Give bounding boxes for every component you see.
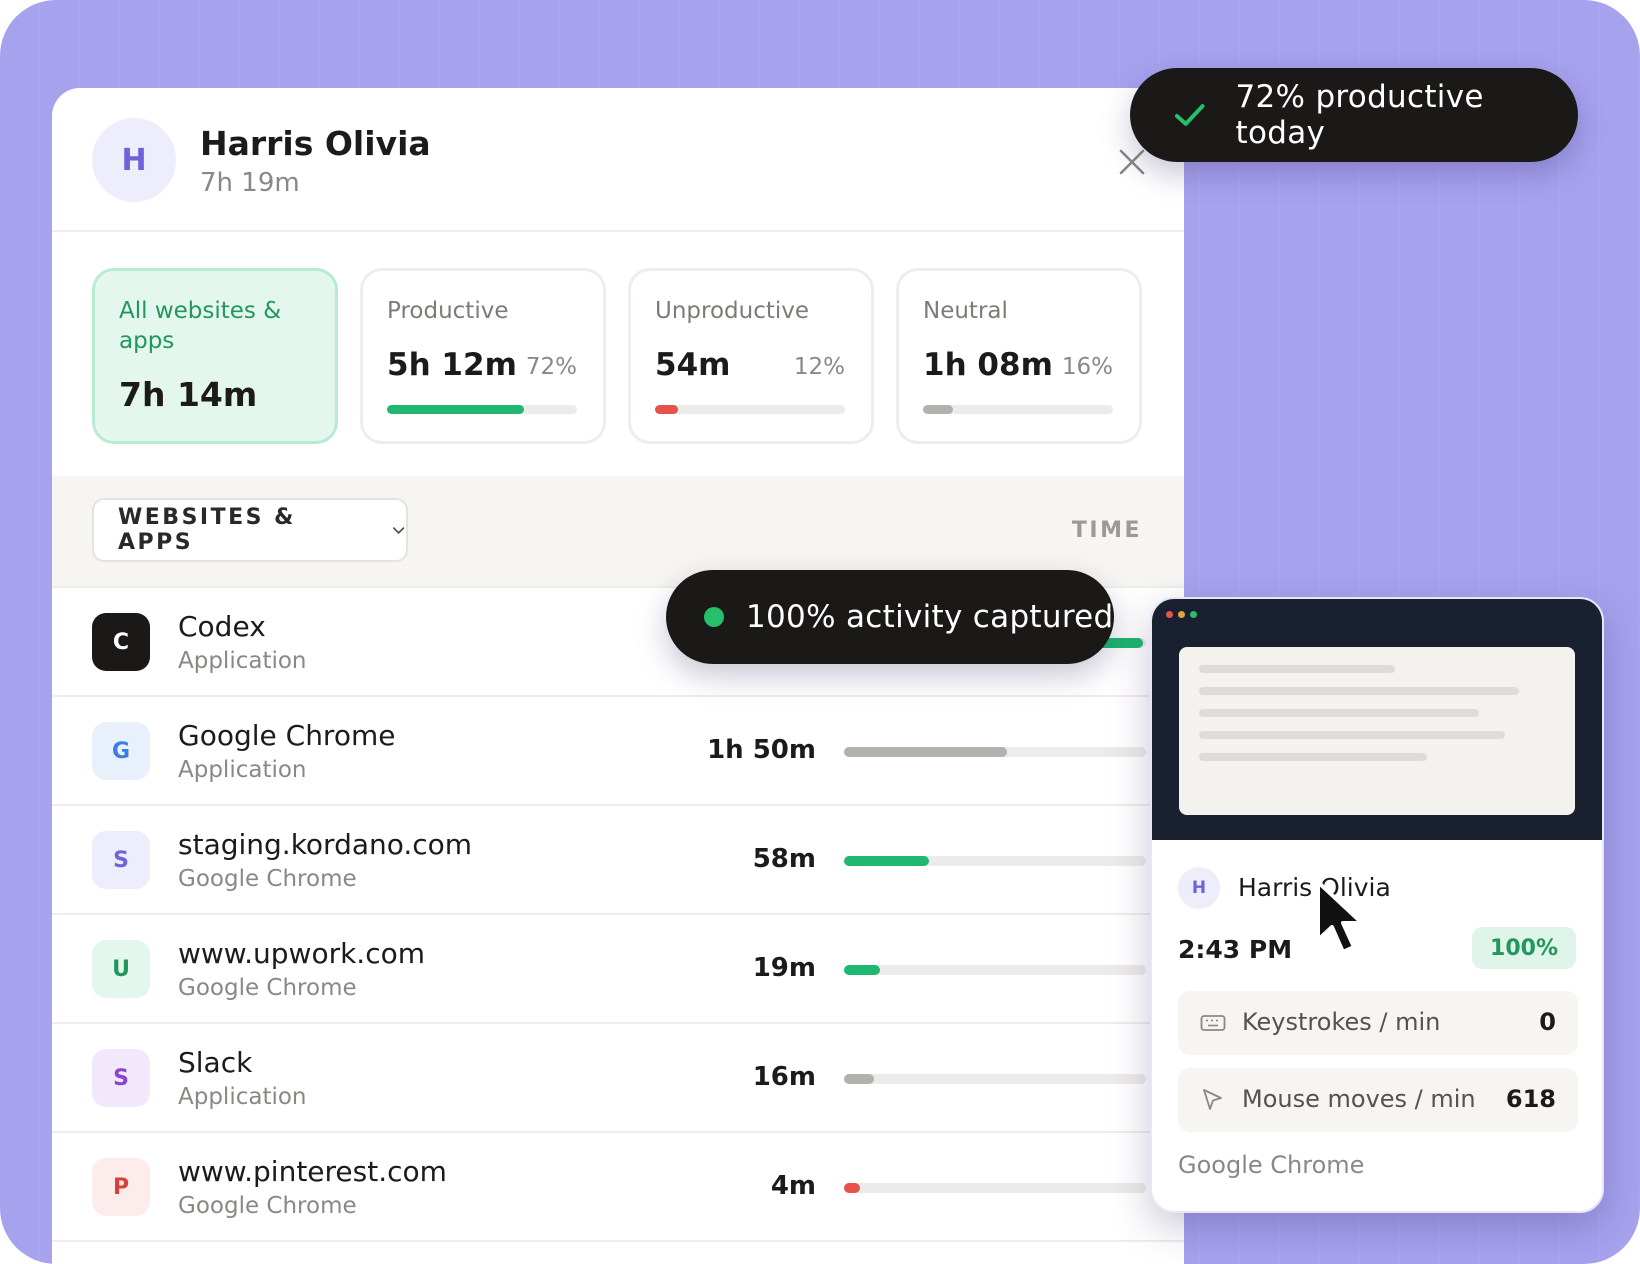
window-dot-yellow (1178, 611, 1185, 618)
websites-apps-filter-dropdown[interactable]: WEBSITES & APPS (92, 498, 408, 562)
time-bar-track (844, 1183, 1146, 1193)
time-bar-fill (844, 1183, 860, 1193)
activity-percent-badge: 100% (1472, 927, 1576, 969)
metric-label: Keystrokes / min (1242, 1008, 1441, 1036)
time-bar-fill (844, 1074, 875, 1084)
user-activity-panel: H Harris Olivia 7h 19m All websites & ap… (52, 88, 1184, 1264)
mouse-moves-metric: Mouse moves / min 618 (1178, 1068, 1578, 1132)
card-percent: 72% (525, 354, 577, 380)
progress-fill (655, 405, 678, 414)
app-type: Application (178, 648, 307, 674)
progress-track (387, 405, 577, 414)
card-value: 7h 14m (119, 375, 258, 414)
table-row[interactable]: Pwww.pinterest.com Google Chrome 4m (52, 1133, 1184, 1242)
filter-label: WEBSITES & APPS (118, 505, 296, 555)
time-column-header: TIME (1071, 518, 1142, 543)
progress-track (923, 405, 1113, 414)
app-icon: S (92, 1049, 150, 1107)
app-type: Google Chrome (178, 1193, 357, 1219)
keystrokes-metric: Keystrokes / min 0 (1178, 991, 1578, 1055)
card-productive[interactable]: Productive 5h 12m 72% (360, 268, 606, 444)
app-name: www.upwork.com (178, 937, 426, 970)
app-name: Codex (178, 610, 266, 643)
placeholder-line (1199, 687, 1519, 695)
time-spent: 16m (752, 1062, 816, 1092)
card-label: Neutral (923, 298, 1008, 324)
time-bar-fill (844, 965, 881, 975)
card-value: 1h 08m (923, 347, 1053, 383)
card-label: Unproductive (655, 298, 810, 324)
metric-value: 618 (1505, 1085, 1556, 1113)
metric-value: 0 (1539, 1008, 1556, 1036)
time-spent: 58m (752, 844, 816, 874)
placeholder-line (1199, 665, 1395, 673)
screenshot-content (1179, 647, 1575, 815)
time-bar-fill (844, 747, 1008, 757)
time-spent: 4m (770, 1171, 816, 1201)
time-spent: 19m (752, 953, 816, 983)
app-type: Application (178, 1084, 307, 1110)
preview-app-name: Google Chrome (1178, 1151, 1365, 1179)
time-spent: 1h 50m (707, 735, 816, 765)
toast-text: 100% activity captured (746, 599, 1114, 635)
time-bar-track (844, 856, 1146, 866)
activity-list: C Codex Application G Google Chrome Applicati… (52, 588, 1184, 1242)
table-row[interactable]: Uwww.upwork.com Google Chrome 19m (52, 915, 1184, 1024)
time-bar-track (844, 1074, 1146, 1084)
placeholder-line (1199, 753, 1427, 761)
check-icon (1174, 104, 1205, 126)
time-bar-track (844, 747, 1146, 757)
productive-today-toast: 72% productive today (1130, 68, 1578, 162)
card-neutral[interactable]: Neutral 1h 08m 16% (896, 268, 1142, 444)
chevron-down-icon (392, 527, 404, 534)
table-row[interactable]: S Slack Application 16m (52, 1024, 1184, 1133)
progress-fill (923, 405, 954, 414)
table-row[interactable]: G Google Chrome Application 1h 50m (52, 697, 1184, 806)
toast-text: 72% productive today (1235, 79, 1484, 151)
app-icon: G (92, 722, 150, 780)
activity-preview-card[interactable]: H Harris Olivia 2:43 PM 100% Keystrokes … (1150, 597, 1604, 1213)
app-name: staging.kordano.com (178, 828, 473, 861)
placeholder-line (1199, 709, 1479, 717)
status-dot (704, 607, 724, 627)
time-bar-track (844, 965, 1146, 975)
preview-timestamp: 2:43 PM (1178, 935, 1293, 964)
activity-captured-toast: 100% activity captured (666, 570, 1114, 664)
app-name: www.pinterest.com (178, 1155, 447, 1188)
window-dot-green (1190, 611, 1197, 618)
card-value: 54m (655, 347, 731, 383)
app-icon: P (92, 1158, 150, 1216)
card-percent: 12% (793, 354, 845, 380)
progress-fill (387, 405, 524, 414)
screenshot-thumbnail[interactable] (1152, 599, 1602, 840)
metric-label: Mouse moves / min (1242, 1085, 1476, 1113)
app-icon: U (92, 940, 150, 998)
window-controls (1166, 611, 1197, 618)
app-icon: C (92, 613, 150, 671)
avatar: H (1178, 867, 1220, 909)
app-type: Google Chrome (178, 866, 357, 892)
progress-track (655, 405, 845, 414)
placeholder-line (1199, 731, 1505, 739)
app-type: Google Chrome (178, 975, 357, 1001)
app-type: Application (178, 757, 307, 783)
window-dot-red (1166, 611, 1173, 618)
card-percent: 16% (1061, 354, 1113, 380)
app-name: Google Chrome (178, 719, 396, 752)
card-label: All websites & apps (119, 298, 282, 354)
app-name: Slack (178, 1046, 253, 1079)
table-row[interactable]: Sstaging.kordano.com Google Chrome 58m (52, 806, 1184, 915)
card-label: Productive (387, 298, 509, 324)
card-unproductive[interactable]: Unproductive 54m 12% (628, 268, 874, 444)
app-icon: S (92, 831, 150, 889)
keyboard-icon (1200, 1015, 1226, 1031)
time-bar-fill (844, 856, 929, 866)
cursor-icon (1316, 880, 1364, 954)
card-all-websites-apps[interactable]: All websites & apps 7h 14m (92, 268, 338, 444)
card-value: 5h 12m (387, 347, 517, 383)
mouse-pointer-icon (1203, 1089, 1222, 1110)
